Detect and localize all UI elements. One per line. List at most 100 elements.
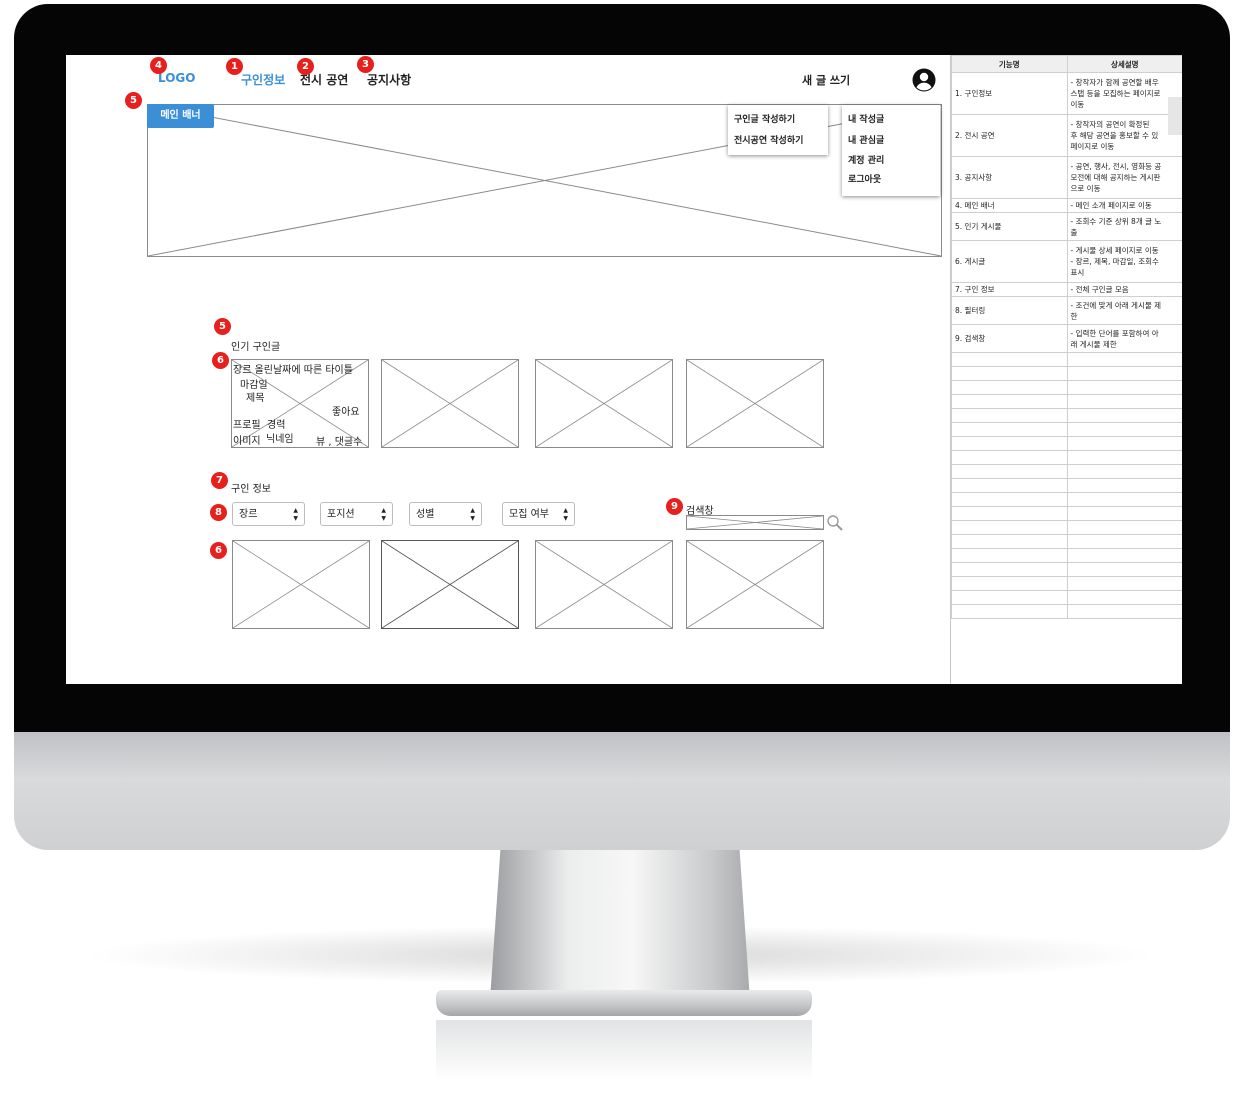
select-arrows-icon: ▲ ▼ xyxy=(381,507,386,522)
table-row: 1. 구인정보 - 창작자가 함께 공연할 배우 스탭 등을 모집하는 페이지로 이… xyxy=(951,72,1182,115)
spec-name: 1. 구인정보 xyxy=(951,72,1068,115)
table-row xyxy=(951,520,1182,535)
wireframe-screen: LOGO 구인정보 전시 공연 공지사항 새 글 쓰기 4 1 2 3 5 메인… xyxy=(66,55,1182,684)
table-row: 7. 구인 정보 - 전체 구인글 모음 xyxy=(951,282,1182,297)
user-profile-icon[interactable] xyxy=(912,68,936,92)
write-job-post-item[interactable]: 구인글 작성하기 xyxy=(734,112,795,125)
annotation-badge-5: 5 xyxy=(125,92,142,109)
table-row xyxy=(951,548,1182,563)
annotation-badge-5b: 5 xyxy=(214,318,231,335)
spec-name: 3. 공지사항 xyxy=(951,156,1068,199)
card-profile: 프로필 xyxy=(233,420,261,431)
logout-item[interactable]: 로그아웃 xyxy=(848,172,881,185)
card-views-comments: 뷰 , 댓글수 xyxy=(316,437,363,448)
nav-notice[interactable]: 공지사항 xyxy=(367,71,411,88)
card-image: 이미지 xyxy=(233,436,261,447)
spec-desc: - 공연, 행사, 전시, 영화등 공 모전에 대해 공지하는 게시판 으로 이동 xyxy=(1066,156,1182,199)
account-settings-item[interactable]: 계정 관리 xyxy=(848,153,884,166)
logo[interactable]: LOGO xyxy=(158,71,195,85)
popular-card[interactable] xyxy=(535,359,673,448)
table-row: 6. 게시글 - 게시물 상세 페이지로 이동 - 장르, 제목, 마감일, 조회… xyxy=(951,240,1182,283)
popular-card[interactable] xyxy=(381,359,519,448)
table-row xyxy=(951,576,1182,591)
spec-scrollbar-thumb[interactable] xyxy=(1168,97,1182,135)
annotation-badge-4: 4 xyxy=(150,57,167,74)
my-posts-item[interactable]: 내 작성글 xyxy=(848,112,884,125)
search-input[interactable] xyxy=(686,515,824,530)
job-card[interactable] xyxy=(381,540,519,629)
table-row xyxy=(951,422,1182,437)
write-exhibition-item[interactable]: 전시공연 작성하기 xyxy=(734,133,803,146)
table-row: 8. 필터링 - 조건에 맞게 아래 게시물 제한 xyxy=(951,296,1182,325)
table-row: 3. 공지사항 - 공연, 행사, 전시, 영화등 공 모전에 대해 공지하는 게… xyxy=(951,156,1182,199)
filter-genre-select[interactable]: 장르 ▲ ▼ xyxy=(232,502,305,526)
filter-position-value: 포지션 xyxy=(327,509,355,520)
spec-header-name: 기능명 xyxy=(951,55,1068,73)
select-arrows-icon: ▲ ▼ xyxy=(563,507,568,522)
popular-card[interactable]: 장르 올린날짜에 따른 타이틀 마감일 제목 좋아요 프로필 경력 이미지 닉네… xyxy=(231,359,369,448)
job-card[interactable] xyxy=(232,540,370,629)
spec-name: 6. 게시글 xyxy=(951,240,1068,283)
table-row xyxy=(951,562,1182,577)
annotation-badge-8: 8 xyxy=(210,504,227,521)
write-dropdown-menu: 구인글 작성하기 전시공연 작성하기 xyxy=(728,105,828,155)
table-row xyxy=(951,478,1182,493)
spec-desc: - 창작자의 공연이 확정된 후 해당 공연을 홍보할 수 있 페이지로 이동 xyxy=(1066,114,1182,157)
job-section-title: 구인 정보 xyxy=(231,484,271,495)
table-row xyxy=(951,590,1182,605)
annotation-badge-9: 9 xyxy=(666,498,683,515)
filter-recruiting-select[interactable]: 모집 여부 ▲ ▼ xyxy=(502,502,575,526)
spec-desc: - 조회수 기준 상위 8개 글 노출 xyxy=(1066,212,1182,241)
filter-gender-value: 성별 xyxy=(416,509,435,520)
monitor-stand-reflection xyxy=(436,1020,812,1080)
spec-name: 4. 메인 배너 xyxy=(951,198,1068,213)
spec-desc: - 메인 소개 페이지로 이동 xyxy=(1066,198,1182,213)
monitor-stand-neck xyxy=(490,850,750,1000)
annotation-badge-2: 2 xyxy=(297,58,314,75)
select-arrows-icon: ▲ ▼ xyxy=(470,507,475,522)
table-row: 5. 인기 게시물 - 조회수 기준 상위 8개 글 노출 xyxy=(951,212,1182,241)
filter-position-select[interactable]: 포지션 ▲ ▼ xyxy=(320,502,393,526)
card-nickname: 닉네임 xyxy=(266,434,294,445)
spec-name: 2. 전시 공연 xyxy=(951,114,1068,157)
spec-desc: - 창작자가 함께 공연할 배우 스탭 등을 모집하는 페이지로 이동 xyxy=(1066,72,1182,115)
search-icon[interactable] xyxy=(826,514,844,532)
monitor-chin xyxy=(14,732,1230,850)
spec-table: 기능명 상세설명 1. 구인정보 - 창작자가 함께 공연할 배우 스탭 등을 모… xyxy=(951,55,1182,619)
spec-desc: - 전체 구인글 모음 xyxy=(1066,282,1182,297)
spec-desc: - 게시물 상세 페이지로 이동 - 장르, 제목, 마감일, 조회수 표시 xyxy=(1066,240,1182,283)
table-row xyxy=(951,506,1182,521)
card-career: 경력 xyxy=(267,420,286,431)
table-row xyxy=(951,604,1182,619)
main-banner-label[interactable]: 메인 배너 xyxy=(147,104,214,128)
filter-recruiting-value: 모집 여부 xyxy=(509,509,549,520)
table-row xyxy=(951,534,1182,549)
monitor-stand-base xyxy=(436,990,812,1016)
table-row xyxy=(951,436,1182,451)
table-row xyxy=(951,394,1182,409)
table-row xyxy=(951,408,1182,423)
spec-desc: - 조건에 맞게 아래 게시물 제한 xyxy=(1066,296,1182,325)
job-card[interactable] xyxy=(686,540,824,629)
spec-table-panel: 기능명 상세설명 1. 구인정보 - 창작자가 함께 공연할 배우 스탭 등을 모… xyxy=(950,55,1182,684)
table-row xyxy=(951,492,1182,507)
job-card[interactable] xyxy=(535,540,673,629)
table-row: 2. 전시 공연 - 창작자의 공연이 확정된 후 해당 공연을 홍보할 수 있페… xyxy=(951,114,1182,157)
popular-card[interactable] xyxy=(686,359,824,448)
user-dropdown-menu: 내 작성글 내 관심글 계정 관리 로그아웃 xyxy=(842,105,940,196)
spec-header-desc: 상세설명 xyxy=(1066,55,1182,73)
my-favorites-item[interactable]: 내 관심글 xyxy=(848,133,884,146)
spec-name: 5. 인기 게시물 xyxy=(951,212,1068,241)
annotation-badge-1: 1 xyxy=(226,58,243,75)
annotation-badge-3: 3 xyxy=(357,56,374,73)
spec-name: 8. 필터링 xyxy=(951,296,1068,325)
new-post-button[interactable]: 새 글 쓰기 xyxy=(802,72,850,88)
table-row: 9. 검색창 - 입력한 단어를 포함하여 아래 게시물 제한 xyxy=(951,324,1182,353)
spec-desc: - 입력한 단어를 포함하여 아래 게시물 제한 xyxy=(1066,324,1182,353)
annotation-badge-6: 6 xyxy=(212,352,229,369)
table-row xyxy=(951,380,1182,395)
table-row xyxy=(951,464,1182,479)
card-likes: 좋아요 xyxy=(332,407,360,418)
filter-gender-select[interactable]: 성별 ▲ ▼ xyxy=(409,502,482,526)
nav-job-info[interactable]: 구인정보 xyxy=(241,71,285,88)
